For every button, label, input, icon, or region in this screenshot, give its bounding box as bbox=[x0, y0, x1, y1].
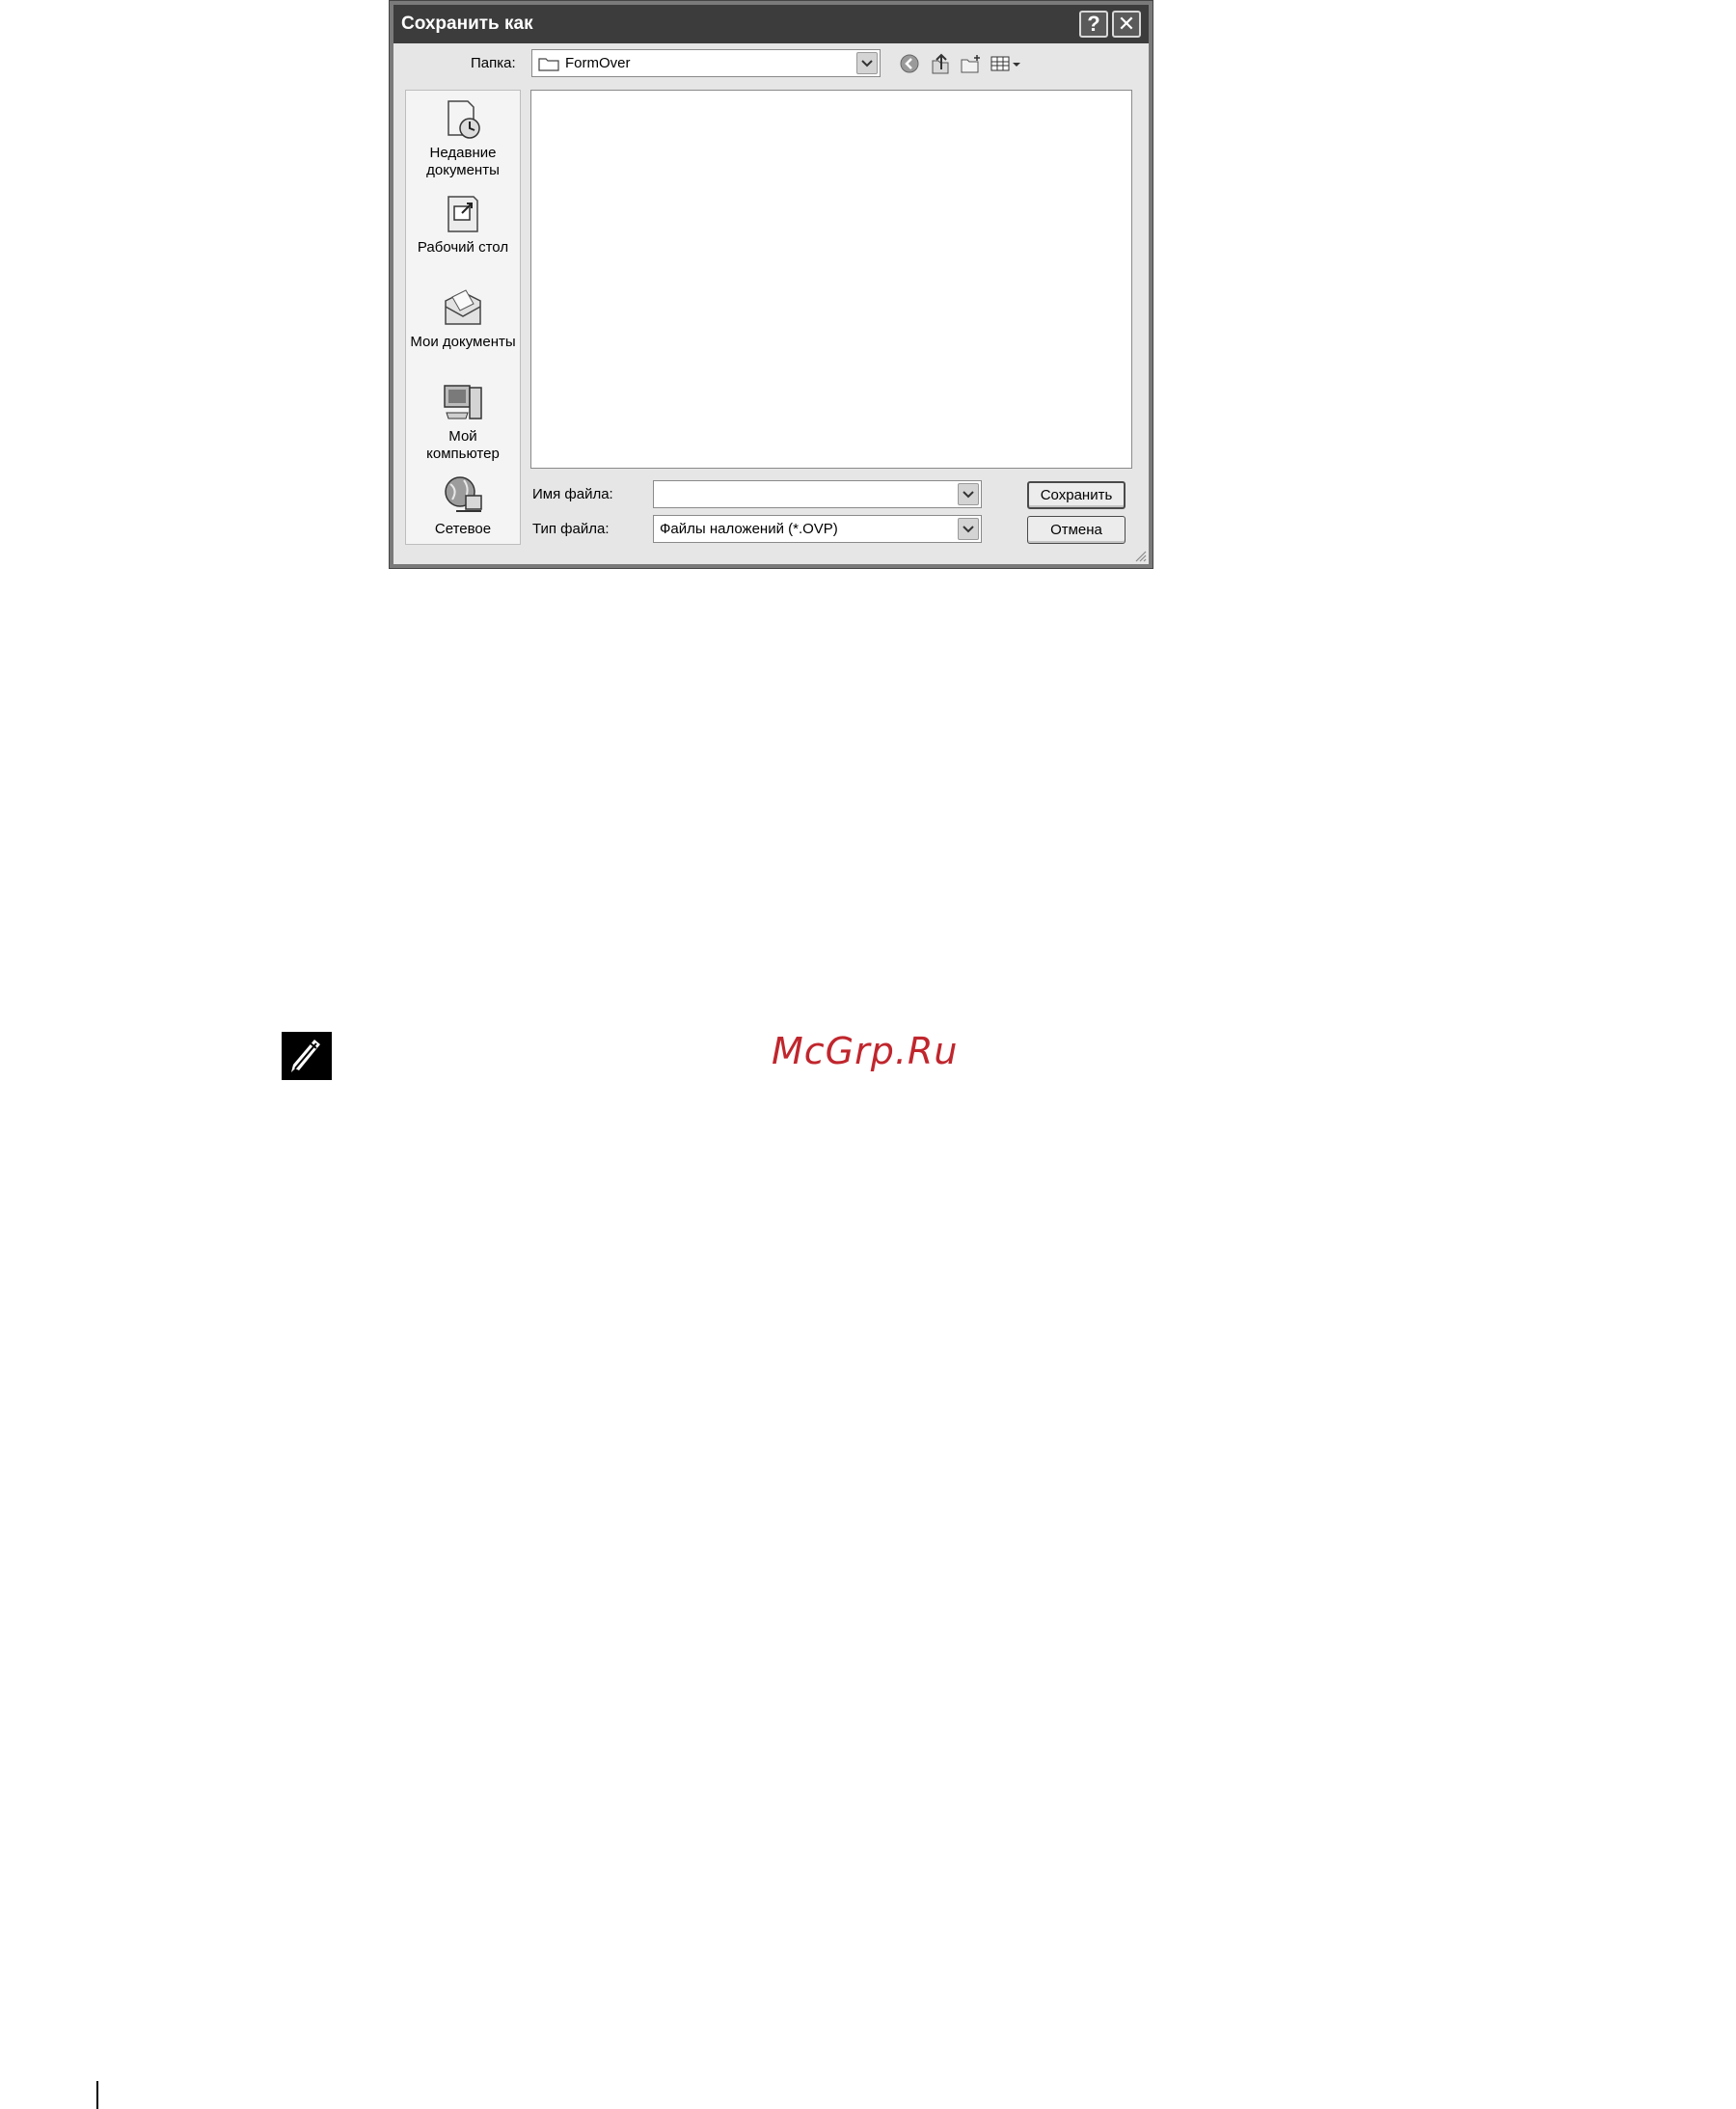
note-pencil-icon bbox=[282, 1032, 332, 1080]
place-desktop[interactable]: Рабочий стол bbox=[406, 193, 520, 257]
file-list-view[interactable] bbox=[530, 90, 1132, 469]
save-as-dialog: Сохранить как ? ✕ Папка: FormOver Недавн… bbox=[389, 0, 1153, 569]
cancel-button[interactable]: Отмена bbox=[1027, 516, 1126, 544]
filename-label: Имя файла: bbox=[532, 486, 613, 502]
recent-documents-icon bbox=[448, 100, 480, 139]
filetype-combo[interactable]: Файлы наложений (*.OVP) bbox=[653, 515, 982, 543]
watermark-text: McGrp.Ru bbox=[772, 1030, 959, 1072]
navigation-toolbar bbox=[897, 51, 1022, 76]
close-button[interactable]: ✕ bbox=[1112, 11, 1141, 38]
place-label: документы bbox=[426, 162, 500, 178]
place-my-documents[interactable]: Мои документы bbox=[406, 287, 520, 351]
place-label: Рабочий стол bbox=[417, 239, 509, 256]
chevron-down-icon[interactable] bbox=[856, 52, 878, 74]
folder-combo-value: FormOver bbox=[565, 55, 631, 71]
views-menu-icon[interactable] bbox=[990, 51, 1022, 76]
place-label: Мои документы bbox=[410, 334, 516, 350]
my-computer-icon bbox=[444, 385, 482, 419]
folder-combo[interactable]: FormOver bbox=[531, 49, 881, 77]
chevron-down-icon[interactable] bbox=[958, 518, 979, 540]
new-folder-icon[interactable] bbox=[959, 51, 984, 76]
chevron-down-icon[interactable] bbox=[958, 483, 979, 505]
desktop-icon bbox=[448, 196, 478, 232]
filetype-label: Тип файла: bbox=[532, 521, 610, 537]
place-label: Сетевое bbox=[434, 521, 492, 537]
resize-grip-icon[interactable] bbox=[1133, 549, 1147, 562]
place-label: компьютер bbox=[426, 446, 500, 462]
help-button[interactable]: ? bbox=[1079, 11, 1108, 38]
folder-label: Папка: bbox=[471, 55, 516, 71]
page-margin-rule bbox=[96, 2081, 98, 2109]
dialog-client-area: Папка: FormOver Недавние документы Рабоч… bbox=[393, 43, 1149, 564]
filename-input[interactable] bbox=[653, 480, 982, 508]
filetype-value: Файлы наложений (*.OVP) bbox=[660, 521, 838, 537]
my-documents-icon bbox=[445, 289, 481, 325]
save-button[interactable]: Сохранить bbox=[1027, 481, 1126, 509]
place-recent-documents[interactable]: Недавние документы bbox=[406, 98, 520, 179]
place-my-computer[interactable]: Мой компьютер bbox=[406, 382, 520, 463]
up-folder-icon[interactable] bbox=[928, 51, 953, 76]
title-bar[interactable]: Сохранить как ? ✕ bbox=[393, 5, 1149, 43]
places-bar: Недавние документы Рабочий стол Мои доку… bbox=[405, 90, 521, 545]
network-icon bbox=[445, 476, 482, 512]
folder-icon bbox=[538, 57, 559, 71]
dialog-title: Сохранить как bbox=[401, 14, 533, 34]
place-label: Недавние bbox=[429, 145, 497, 161]
place-label: Мой bbox=[448, 428, 477, 445]
place-network[interactable]: Сетевое bbox=[406, 474, 520, 538]
back-icon[interactable] bbox=[897, 51, 922, 76]
